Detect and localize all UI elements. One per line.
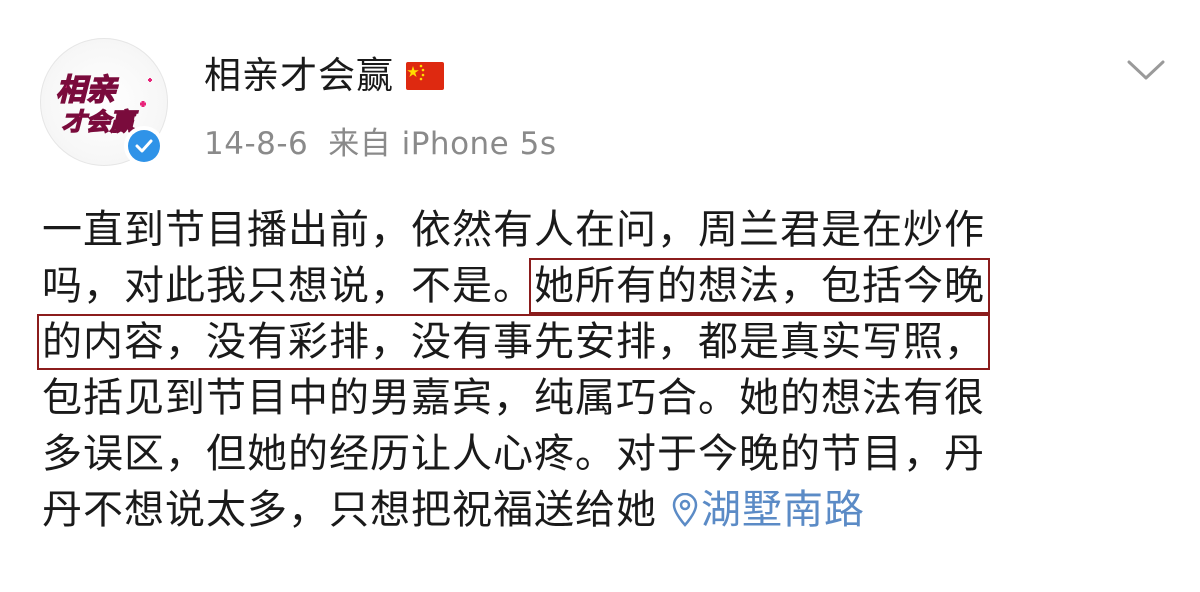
location-name: 湖墅南路 [701,487,865,533]
location-link[interactable]: 湖墅南路 [671,487,865,533]
author-row: 相亲才会赢 [204,52,444,100]
logo-text-top: 相亲 [56,73,119,108]
verified-badge-icon [128,130,160,162]
weibo-post: 相亲 才会赢 相亲才会赢 14-8-6 来自 iPhone 5s 一直到节目播出… [0,0,1200,592]
post-source: 来自 iPhone 5s [328,126,557,162]
logo-plus-mark [140,101,146,107]
body-line-3: 的内容，没有彩排，没有事先安排，都是真实写照， [37,314,1162,370]
body-line-5: 多误区，但她的经历让人心疼。对于今晚的节目，丹 [42,431,985,477]
logo-small-mark [148,78,152,82]
post-meta: 14-8-6 来自 iPhone 5s [204,122,557,166]
verified-badge [124,126,164,166]
body-line-1: 一直到节目播出前，依然有人在问，周兰君是在炒作 [42,207,985,253]
china-flag-icon [406,62,444,90]
body-line-2-start: 吗，对此我只想说，不是。 [42,263,534,309]
body-line-2: 吗，对此我只想说，不是。她所有的想法，包括今晚 [42,258,1162,314]
location-pin-icon [672,492,698,527]
more-options-button[interactable] [1122,52,1170,88]
body-line-6-text: 丹不想说太多，只想把祝福送给她 [42,487,657,533]
body-line-4: 包括见到节目中的男嘉宾，纯属巧合。她的想法有很 [42,375,985,421]
highlighted-text-2: 的内容，没有彩排，没有事先安排，都是真实写照， [37,314,990,370]
chevron-down-icon [1127,60,1165,80]
post-date: 14-8-6 [204,126,309,162]
logo-text-bottom: 才会赢 [62,108,139,136]
post-body: 一直到节目播出前，依然有人在问，周兰君是在炒作 吗，对此我只想说，不是。她所有的… [37,202,1162,538]
highlighted-text-1: 她所有的想法，包括今晚 [529,258,990,314]
author-name[interactable]: 相亲才会赢 [204,52,394,100]
body-line-6: 丹不想说太多，只想把祝福送给她 湖墅南路 [42,482,1162,538]
